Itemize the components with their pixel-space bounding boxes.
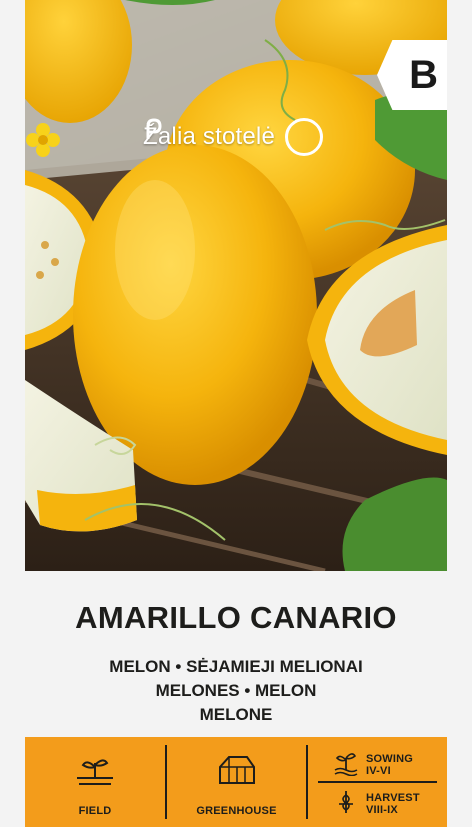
field-label: FIELD: [78, 805, 112, 817]
category-letter: B: [409, 52, 438, 97]
harvest-label: HARVEST: [366, 791, 420, 804]
product-subtitle-line: MELON • SĖJAMIEJI MELIONAI: [109, 657, 363, 676]
harvest-months: VIII-IX: [366, 803, 398, 816]
calendar-divider: [318, 781, 437, 783]
brand-mark: Žalia stotelė: [143, 118, 323, 156]
greenhouse-cell: GREENHOUSE: [167, 745, 306, 819]
product-subtitle-line: MELONE: [199, 705, 273, 724]
sowing-icon: [334, 748, 358, 781]
product-title: AMARILLO CANARIO: [75, 600, 397, 635]
sowing-row: SOWING IV-VI: [334, 748, 413, 781]
sowing-label: SOWING: [366, 752, 414, 765]
sowing-months: IV-VI: [366, 764, 391, 777]
greenhouse-label: GREENHOUSE: [196, 805, 277, 817]
field-cell: FIELD: [25, 745, 165, 819]
field-icon: [75, 753, 115, 792]
brand-logo-icon: [146, 118, 323, 156]
calendar-cell: SOWING IV-VI HARVEST VIII-IX: [308, 745, 447, 819]
harvest-icon: [334, 787, 358, 820]
greenhouse-icon: [217, 753, 257, 792]
harvest-row: HARVEST VIII-IX: [334, 787, 420, 820]
product-subtitle-line: MELONES • MELON: [155, 681, 317, 700]
growing-info-bar: FIELD GREENHOUSE SOWING IV-VI HARVEST VI…: [25, 737, 447, 827]
